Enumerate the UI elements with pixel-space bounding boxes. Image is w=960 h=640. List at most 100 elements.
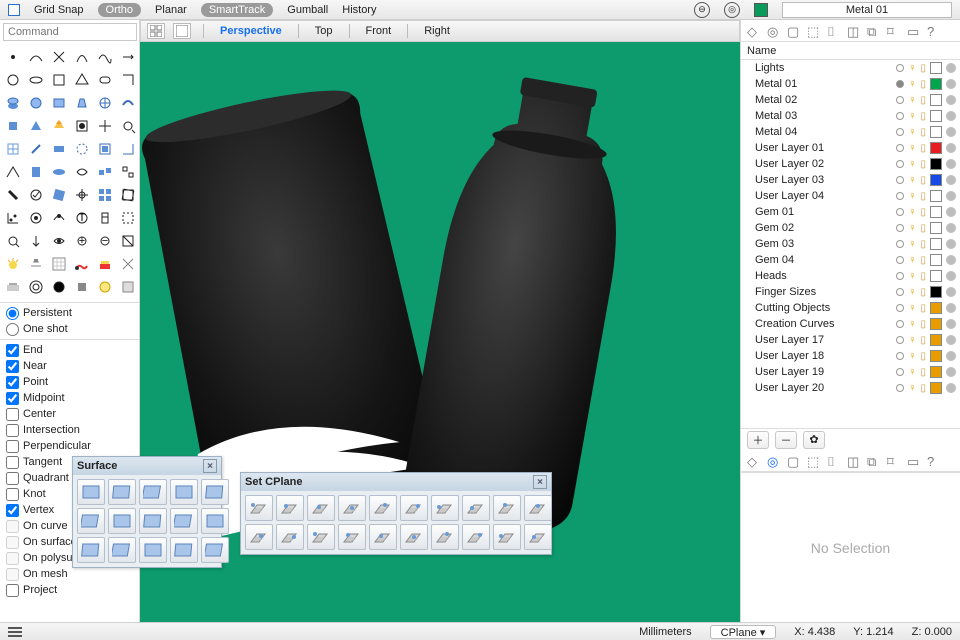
tool-49[interactable] — [25, 230, 47, 252]
layer-row[interactable]: Metal 04♀▯ — [741, 124, 960, 140]
layer-color-swatch[interactable] — [930, 78, 942, 90]
layer-current-icon[interactable] — [896, 176, 904, 184]
surface-tool-11[interactable] — [108, 537, 136, 563]
tool-25[interactable] — [25, 138, 47, 160]
cplane-tool-4[interactable] — [369, 495, 397, 521]
layer-color-swatch[interactable] — [930, 222, 942, 234]
tool-20[interactable] — [48, 115, 70, 137]
panel-icon-5[interactable]: ◫ — [847, 454, 861, 468]
layer-current-icon[interactable] — [896, 352, 904, 360]
tool-3[interactable] — [71, 46, 93, 68]
palette-cplane[interactable]: Set CPlane × — [240, 472, 552, 555]
tool-19[interactable] — [25, 115, 47, 137]
tool-17[interactable] — [117, 92, 139, 114]
layer-current-icon[interactable] — [896, 192, 904, 200]
osnap-perpendicular[interactable]: Perpendicular — [6, 438, 133, 454]
close-icon[interactable]: × — [533, 475, 547, 489]
lock-icon[interactable]: ▯ — [920, 335, 926, 346]
bulb-icon[interactable]: ♀ — [908, 126, 916, 138]
record-icon[interactable]: ◎ — [724, 2, 740, 18]
cplane-tool-16[interactable] — [431, 524, 459, 550]
tool-29[interactable] — [117, 138, 139, 160]
status-cplane-select[interactable]: CPlane ▾ — [710, 625, 777, 639]
tool-31[interactable] — [25, 161, 47, 183]
material-icon[interactable] — [946, 367, 956, 377]
tool-30[interactable] — [2, 161, 24, 183]
material-icon[interactable] — [946, 303, 956, 313]
cplane-tool-18[interactable] — [493, 524, 521, 550]
tool-53[interactable] — [117, 230, 139, 252]
tool-48[interactable] — [2, 230, 24, 252]
layer-row[interactable]: User Layer 20♀▯ — [741, 380, 960, 396]
current-layer-swatch[interactable] — [754, 3, 768, 17]
surface-tool-5[interactable] — [77, 508, 105, 534]
tool-61[interactable] — [25, 276, 47, 298]
panel-icon-9[interactable]: ? — [927, 454, 941, 468]
layer-row[interactable]: Lights♀▯ — [741, 60, 960, 76]
osnap-persistent[interactable]: Persistent — [6, 305, 133, 321]
panel-icon-7[interactable]: ⌑ — [887, 454, 901, 468]
bulb-icon[interactable]: ♀ — [908, 254, 916, 266]
tool-22[interactable] — [94, 115, 116, 137]
osnap-end[interactable]: End — [6, 342, 133, 358]
layer-row[interactable]: Gem 02♀▯ — [741, 220, 960, 236]
tab-front[interactable]: Front — [362, 25, 396, 37]
layer-color-swatch[interactable] — [930, 334, 942, 346]
lock-icon[interactable]: ▯ — [920, 383, 926, 394]
close-icon[interactable]: × — [203, 459, 217, 473]
cplane-tool-8[interactable] — [493, 495, 521, 521]
bulb-icon[interactable]: ♀ — [908, 286, 916, 298]
layer-color-swatch[interactable] — [930, 270, 942, 282]
surface-tool-6[interactable] — [108, 508, 136, 534]
layer-row[interactable]: User Layer 17♀▯ — [741, 332, 960, 348]
tool-8[interactable] — [48, 69, 70, 91]
tool-6[interactable] — [2, 69, 24, 91]
panel-icon-7[interactable]: ⌑ — [887, 24, 901, 38]
surface-tool-1[interactable] — [108, 479, 136, 505]
layer-row[interactable]: Metal 01♀▯ — [741, 76, 960, 92]
osnap-point[interactable]: Point — [6, 374, 133, 390]
tool-54[interactable] — [2, 253, 24, 275]
tool-62[interactable] — [48, 276, 70, 298]
panel-icon-8[interactable]: ▭ — [907, 454, 921, 468]
menu-gumball[interactable]: Gumball — [287, 4, 328, 16]
tool-2[interactable] — [48, 46, 70, 68]
tool-33[interactable] — [71, 161, 93, 183]
material-icon[interactable] — [946, 127, 956, 137]
bulb-icon[interactable]: ♀ — [908, 174, 916, 186]
layer-current-icon[interactable] — [896, 208, 904, 216]
tool-27[interactable] — [71, 138, 93, 160]
osnap-midpoint[interactable]: Midpoint — [6, 390, 133, 406]
lock-icon[interactable]: ▯ — [920, 63, 926, 74]
lock-icon[interactable]: ▯ — [920, 351, 926, 362]
delete-layer-button[interactable]: － — [775, 431, 797, 449]
lock-icon[interactable]: ▯ — [920, 207, 926, 218]
bulb-icon[interactable]: ♀ — [908, 334, 916, 346]
tab-right[interactable]: Right — [420, 25, 454, 37]
palette-cplane-title[interactable]: Set CPlane × — [241, 473, 551, 491]
cplane-tool-6[interactable] — [431, 495, 459, 521]
cplane-tool-12[interactable] — [307, 524, 335, 550]
tool-5[interactable] — [117, 46, 139, 68]
panel-icon-5[interactable]: ◫ — [847, 24, 861, 38]
tool-42[interactable] — [2, 207, 24, 229]
surface-tool-3[interactable] — [170, 479, 198, 505]
cplane-tool-17[interactable] — [462, 524, 490, 550]
lock-icon[interactable]: ▯ — [920, 127, 926, 138]
layer-current-icon[interactable] — [896, 160, 904, 168]
material-icon[interactable] — [946, 223, 956, 233]
layer-current-icon[interactable] — [896, 144, 904, 152]
tool-45[interactable]: T — [71, 207, 93, 229]
lock-icon[interactable]: ▯ — [920, 95, 926, 106]
tool-12[interactable] — [2, 92, 24, 114]
tool-9[interactable] — [71, 69, 93, 91]
cplane-tool-1[interactable] — [276, 495, 304, 521]
lock-icon[interactable]: ▯ — [920, 239, 926, 250]
layer-row[interactable]: User Layer 01♀▯ — [741, 140, 960, 156]
tool-40[interactable] — [94, 184, 116, 206]
tool-58[interactable] — [94, 253, 116, 275]
bulb-icon[interactable]: ♀ — [908, 318, 916, 330]
layer-color-swatch[interactable] — [930, 350, 942, 362]
lock-icon[interactable]: ▯ — [920, 191, 926, 202]
viewport-layout-1-icon[interactable] — [173, 23, 191, 39]
